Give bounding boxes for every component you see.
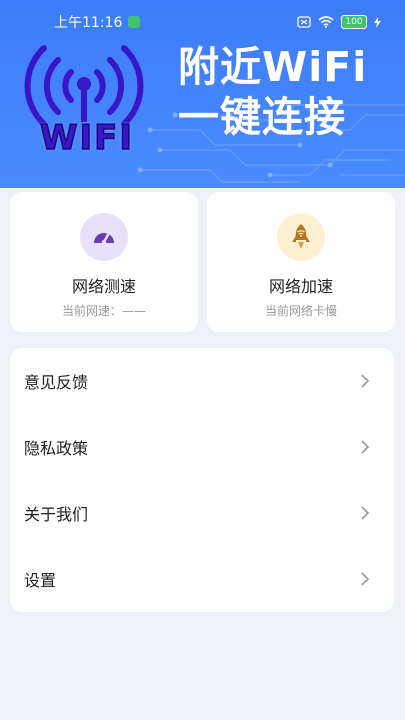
menu-item-settings[interactable]: 设置 (10, 546, 394, 612)
rocket-icon (292, 224, 310, 249)
speed-test-title: 网络测速 (71, 277, 136, 296)
chevron-right-icon (361, 440, 370, 454)
chevron-right-icon (361, 572, 370, 586)
speedometer-icon (94, 231, 114, 245)
settings-menu: 意见反馈 隐私政策 关于我们 设置 (10, 348, 394, 612)
menu-item-label: 设置 (24, 571, 57, 590)
chevron-right-icon (361, 374, 370, 388)
menu-item-label: 意见反馈 (24, 373, 89, 392)
menu-item-label: 关于我们 (24, 505, 89, 524)
chevron-right-icon (361, 506, 370, 520)
hero-title-line2: 一键连接 (178, 93, 346, 141)
network-boost-icon-circle (277, 213, 325, 261)
network-boost-card[interactable]: 网络加速 当前网络卡慢 (207, 192, 395, 332)
menu-item-about-us[interactable]: 关于我们 (10, 480, 394, 546)
sim-off-icon (297, 16, 311, 28)
notification-badge-icon (128, 16, 141, 28)
hero-title: 附近WiFi 一键连接 (178, 42, 388, 142)
battery-indicator: 100 (341, 15, 367, 29)
charging-icon (374, 16, 381, 28)
menu-item-privacy-policy[interactable]: 隐私政策 (10, 414, 394, 480)
menu-item-feedback[interactable]: 意见反馈 (10, 348, 394, 414)
header-banner: 上午11:16 100 WIFI 附近WiFi 一键连接 (0, 0, 405, 188)
speed-test-icon-circle (80, 213, 128, 261)
speed-test-subtitle: 当前网速：—— (61, 304, 146, 318)
network-boost-subtitle: 当前网络卡慢 (264, 304, 337, 318)
speed-test-card[interactable]: 网络测速 当前网速：—— (10, 192, 198, 332)
hero-title-line1: 附近WiFi (178, 43, 368, 91)
menu-item-label: 隐私政策 (24, 439, 89, 458)
wifi-logo-text: WIFI (39, 117, 135, 159)
wifi-signal-icon (318, 16, 334, 28)
network-boost-title: 网络加速 (268, 277, 333, 296)
